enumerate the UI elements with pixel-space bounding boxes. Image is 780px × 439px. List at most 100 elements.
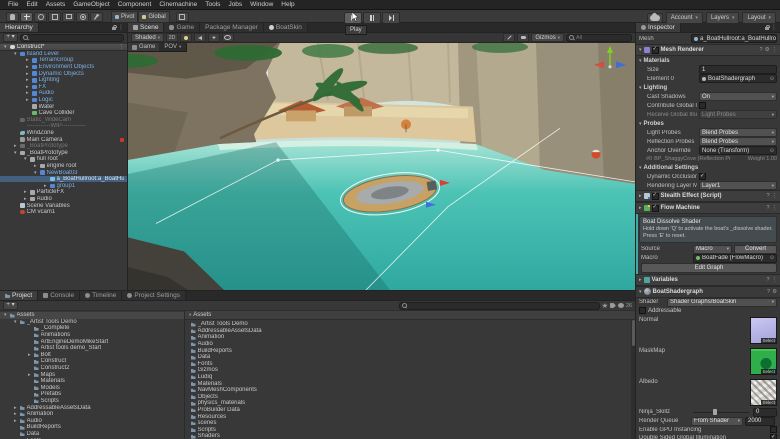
scene-effects-dropdown[interactable]	[207, 33, 220, 42]
bottom-panel-tab[interactable]: Console	[38, 291, 81, 300]
addressable-checkbox[interactable]	[639, 307, 646, 315]
mesh-renderer-header[interactable]: ▾ Mesh Renderer ?⚙⋮	[636, 44, 780, 56]
expander-icon[interactable]	[14, 411, 20, 417]
expander-icon[interactable]	[4, 312, 10, 318]
hierarchy-row[interactable]: Construct*	[0, 44, 127, 51]
hierarchy-row[interactable]: Lighting	[0, 77, 127, 84]
hierarchy-row[interactable]: group1	[0, 182, 127, 189]
scene-view-tab[interactable]: Game	[164, 23, 201, 32]
menu-item[interactable]: Jobs	[224, 0, 246, 10]
stealth-effect-header[interactable]: ▸ Stealth Effect (Script) ?⋮	[636, 190, 780, 202]
asset-list-item[interactable]: Ludiq	[185, 374, 635, 381]
hierarchy-row[interactable]: Audio	[0, 90, 127, 97]
hierarchy-row[interactable]: _BoatPrototype	[0, 150, 127, 157]
select-texture-button[interactable]: Select	[761, 337, 776, 343]
create-object-button[interactable]: + ▾	[3, 33, 18, 42]
folder-tree-row[interactable]: Models	[0, 385, 184, 392]
scene-search-input[interactable]: All	[566, 33, 632, 42]
foldout-icon[interactable]: ▸	[639, 277, 642, 283]
hierarchy-row[interactable]: WindZone	[0, 130, 127, 137]
rotate-tool-button[interactable]	[34, 11, 47, 22]
menu-item[interactable]: File	[4, 0, 22, 10]
scene-viewport[interactable]: Game POV ▾	[128, 43, 635, 290]
gizmos-dropdown[interactable]: Gizmos ▾	[531, 33, 564, 42]
global-toggle[interactable]: Global	[138, 10, 170, 23]
presets-icon[interactable]: ⚙	[772, 289, 777, 295]
hierarchy-row[interactable]: Static_WideCam	[0, 117, 127, 124]
slider-knob[interactable]	[713, 409, 718, 416]
folder-tree-row[interactable]: Animation	[0, 411, 184, 418]
project-search-input[interactable]	[398, 301, 600, 310]
scene-view-tab[interactable]: Scene	[128, 23, 165, 32]
menu-item[interactable]: GameObject	[69, 0, 114, 10]
folder-tree-row[interactable]: BuildReports	[0, 424, 184, 431]
tab-inspector[interactable]: Inspector	[636, 23, 681, 32]
asset-list-item[interactable]: Gizmos	[185, 367, 635, 374]
expander-icon[interactable]	[14, 418, 20, 424]
asset-list-scrollbar[interactable]	[631, 319, 635, 439]
folder-tree-row[interactable]: Construct	[0, 358, 184, 365]
panel-menu-icon[interactable]: ⋮	[771, 24, 777, 31]
help-icon[interactable]: ?	[766, 193, 769, 199]
menu-item[interactable]: Cinemachine	[155, 0, 201, 10]
help-icon[interactable]: ?	[766, 205, 769, 211]
snap-toggle-button[interactable]	[175, 11, 189, 22]
asset-list-item[interactable]: Objects	[185, 394, 635, 401]
tab-game-overlay[interactable]: Game	[128, 43, 160, 51]
folder-tree-row[interactable]: Materials	[0, 378, 184, 385]
hierarchy-row[interactable]: ------------WIP------------	[0, 123, 127, 130]
anchor-override-field[interactable]: None (Transform)	[699, 146, 777, 155]
hierarchy-row[interactable]: _BoatPrototype	[0, 143, 127, 150]
render-queue-dropdown[interactable]: From Shader	[691, 416, 743, 426]
help-icon[interactable]: ?	[760, 47, 763, 53]
materials-foldout[interactable]: Materials	[644, 58, 670, 64]
folder-tree-row[interactable]: Data	[0, 431, 184, 438]
material-editor-header[interactable]: ▾ BoatShadergraph ? ⚙	[636, 285, 780, 298]
foldout-icon[interactable]: ▸	[639, 193, 642, 199]
foldout-icon[interactable]: ▾	[639, 47, 642, 53]
transform-tool-button[interactable]	[76, 11, 89, 22]
menu-item[interactable]: Tools	[201, 0, 224, 10]
bottom-panel-tab[interactable]: Project Settings	[122, 291, 186, 300]
camera-settings-dropdown[interactable]	[517, 33, 530, 42]
asset-list-item[interactable]: Fonts	[185, 361, 635, 368]
probes-foldout[interactable]: Probes	[644, 121, 664, 127]
lock-icon[interactable]	[112, 25, 117, 30]
bottom-panel-tab[interactable]: Timeline	[80, 291, 123, 300]
hierarchy-row[interactable]: FX	[0, 84, 127, 91]
folder-tree-row[interactable]: Animations	[0, 332, 184, 339]
folder-tree-row[interactable]: Prefabs	[0, 391, 184, 398]
folder-tree-row[interactable]: Bolt	[0, 352, 184, 359]
ninja-skillz-slider[interactable]	[693, 409, 749, 416]
component-enabled-checkbox[interactable]	[651, 204, 659, 212]
folder-tree-row[interactable]: Artist tools demo_Start	[0, 345, 184, 352]
move-tool-button[interactable]	[20, 11, 33, 22]
asset-list-item[interactable]: Materials	[185, 380, 635, 387]
view-tool-button[interactable]	[6, 11, 19, 22]
additional-settings-foldout[interactable]: Additional Settings	[644, 165, 699, 171]
context-menu-icon[interactable]: ⋮	[772, 193, 778, 199]
gpu-instancing-checkbox[interactable]	[770, 426, 777, 434]
dynamic-occlusion-checkbox[interactable]	[699, 173, 706, 180]
menu-item[interactable]: Edit	[22, 0, 41, 10]
context-menu-icon[interactable]: ⋮	[772, 205, 778, 211]
texture-thumbnail[interactable]: Select	[750, 347, 777, 375]
folder-tree-row[interactable]: _Artist Tools Demo	[0, 319, 184, 326]
breadcrumb[interactable]: ▾ Assets	[185, 311, 635, 320]
hierarchy-row[interactable]: Main Camera	[0, 136, 127, 143]
component-enabled-checkbox[interactable]	[651, 46, 659, 54]
select-texture-button[interactable]: Select	[761, 399, 776, 405]
context-menu-icon[interactable]: ⋮	[772, 277, 778, 283]
search-by-type-icon[interactable]	[601, 303, 608, 308]
scale-tool-button[interactable]	[48, 11, 61, 22]
asset-list-item[interactable]: Audio	[185, 341, 635, 348]
rect-tool-button[interactable]	[62, 11, 75, 22]
hierarchy-row[interactable]: TerrainGroup	[0, 57, 127, 64]
help-icon[interactable]: ?	[767, 289, 770, 295]
folder-tree-row[interactable]: Scripts	[0, 398, 184, 405]
cloud-services-button[interactable]	[646, 12, 663, 23]
materials-size-field[interactable]: 1	[699, 65, 777, 74]
hierarchy-row[interactable]: ParticleFX	[0, 189, 127, 196]
lock-icon[interactable]	[765, 25, 770, 30]
hierarchy-row[interactable]: Island Level	[0, 51, 127, 58]
